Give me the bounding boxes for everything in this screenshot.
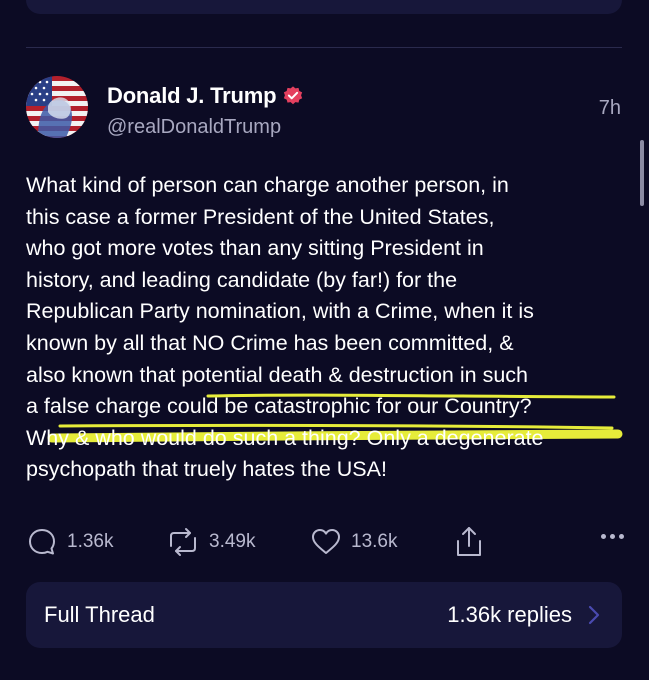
previous-post-card[interactable] <box>26 0 622 14</box>
full-thread-button[interactable]: Full Thread 1.36k replies <box>26 582 622 648</box>
truth-social-post-screen: Donald J. Trump @realDonaldTrump 7h What… <box>0 0 649 680</box>
full-thread-label: Full Thread <box>44 602 155 627</box>
post-text-line: also known that potential death & destru… <box>26 362 528 387</box>
post-text-line: who got more votes than any sitting Pres… <box>26 236 484 261</box>
repost-button[interactable]: 3.49k <box>166 522 255 562</box>
action-bar: 1.36k 3.49k 13.6k <box>26 522 626 562</box>
post-text-line: Republican Party nomination, with a Crim… <box>26 299 534 324</box>
more-dot <box>610 534 615 539</box>
avatar[interactable] <box>26 76 88 138</box>
repost-count: 3.49k <box>209 531 256 552</box>
author-handle[interactable]: @realDonaldTrump <box>107 116 281 139</box>
reply-count: 1.36k <box>67 531 114 552</box>
author-row[interactable]: Donald J. Trump <box>107 83 304 109</box>
verified-badge-icon <box>284 86 303 105</box>
post-text-line: What kind of person can charge another p… <box>26 173 509 197</box>
post-divider <box>26 47 622 48</box>
post-text-line: psychopath that truely hates the USA! <box>26 457 387 482</box>
more-dot <box>619 534 624 539</box>
repost-icon <box>170 528 196 556</box>
thread-reply-count: 1.36k replies <box>447 602 572 627</box>
reply-icon <box>29 529 55 555</box>
post-text-line: a false charge could be catastrophic for… <box>26 394 532 419</box>
share-button[interactable] <box>454 522 484 562</box>
more-dot <box>601 534 606 539</box>
post-text-line: Why & who would do such a thing? Only a … <box>26 425 544 450</box>
reply-button[interactable]: 1.36k <box>26 522 113 562</box>
chevron-right-icon <box>588 605 600 625</box>
like-button[interactable]: 13.6k <box>310 522 397 562</box>
post-text-line: this case a former President of the Unit… <box>26 204 495 229</box>
share-icon <box>457 527 481 556</box>
like-icon <box>312 529 340 554</box>
post-text-line: known by all that NO Crime has been comm… <box>26 330 514 355</box>
like-count: 13.6k <box>351 531 398 552</box>
post-text: What kind of person can charge another p… <box>26 170 631 486</box>
author-name[interactable]: Donald J. Trump <box>107 83 277 109</box>
post-timestamp: 7h <box>598 97 621 119</box>
more-icon[interactable] <box>601 534 624 539</box>
post-text-line: history, and leading candidate (by far!)… <box>26 267 458 292</box>
scrollbar[interactable] <box>640 140 644 206</box>
avatar-image <box>26 76 88 138</box>
